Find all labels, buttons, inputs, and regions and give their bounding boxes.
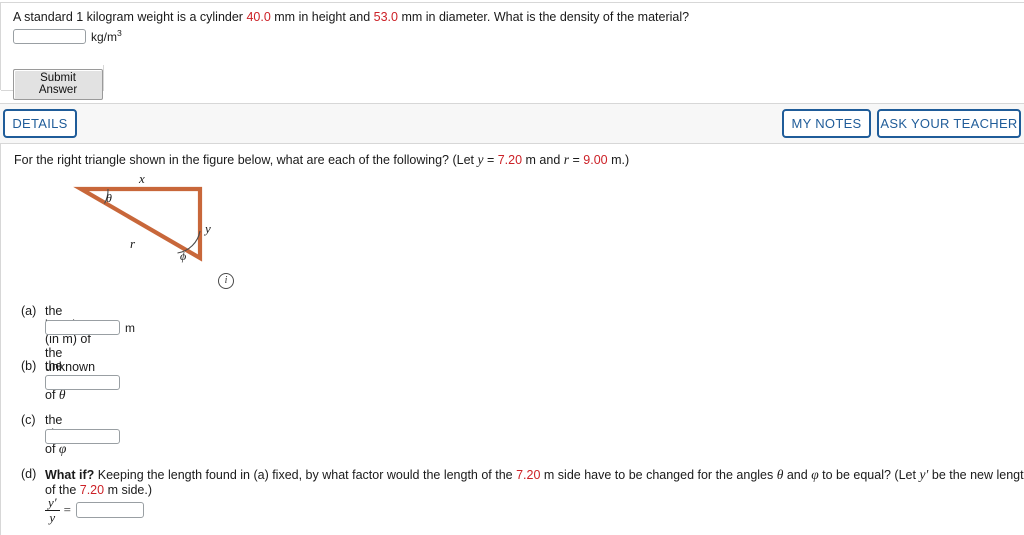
prompt-value-r: 9.00	[583, 153, 608, 167]
density-height-value: 40.0	[246, 10, 271, 24]
triangle-question-prompt: For the right triangle shown in the figu…	[14, 152, 629, 168]
figure-label-r: r	[130, 236, 136, 251]
density-unit-exponent: 3	[117, 27, 122, 38]
part-d-fraction-numerator: y′	[48, 495, 57, 510]
part-c-label: (c)	[21, 413, 36, 427]
part-a-label: (a)	[21, 304, 37, 318]
part-d-label: (d)	[21, 467, 37, 481]
submit-answer-button[interactable]: Submit Answer	[13, 69, 103, 100]
prompt-value-y: 7.20	[497, 153, 523, 167]
part-a-answer-input[interactable]	[45, 320, 120, 335]
part-d-answer-row: y′ y =	[45, 496, 144, 524]
density-diameter-value: 53.0	[373, 10, 398, 24]
part-c-answer-input[interactable]	[45, 429, 120, 444]
part-a-answer-row: m	[45, 320, 135, 335]
submit-cell: Submit Answer	[1, 65, 104, 100]
my-notes-button[interactable]: MY NOTES	[782, 109, 871, 138]
part-b-answer-row	[45, 375, 120, 390]
part-d-text: What if? Keeping the length found in (a)…	[45, 467, 1024, 498]
figure-info-icon[interactable]: i	[218, 273, 234, 289]
right-triangle-figure: x y r θ ϕ i	[61, 170, 261, 302]
density-text-part-1: A standard 1 kilogram weight is a cylind…	[13, 10, 247, 24]
prompt-equals-2: =	[569, 153, 584, 167]
part-d-fraction-denominator: y	[45, 509, 60, 525]
density-unit-label: kg/m3	[91, 27, 122, 44]
density-answer-input[interactable]	[13, 29, 86, 44]
density-text-part-3: mm in diameter. What is the density of t…	[397, 10, 690, 24]
part-d-var-phi: φ	[811, 467, 819, 482]
density-question-text: A standard 1 kilogram weight is a cylind…	[13, 10, 689, 24]
part-d-what-if: What if?	[45, 468, 95, 482]
density-answer-row: kg/m3	[13, 27, 122, 44]
part-d-text-1: Keeping the length found in (a) fixed, b…	[94, 468, 517, 482]
part-d-text-2: m side have to be changed for the angles	[540, 468, 777, 482]
question-toolbar: DETAILS MY NOTES ASK YOUR TEACHER	[0, 103, 1024, 144]
figure-label-y: y	[205, 221, 211, 236]
part-d-equals-sign: =	[63, 502, 71, 518]
triangle-question-card: For the right triangle shown in the figu…	[0, 144, 1024, 535]
assignment-page: A standard 1 kilogram weight is a cylind…	[0, 0, 1024, 535]
part-d-text-3: and	[783, 468, 812, 482]
part-d-answer-input[interactable]	[75, 502, 144, 519]
density-text-part-2: mm in height and	[270, 10, 374, 24]
part-c-answer-row	[45, 429, 120, 444]
figure-label-phi: ϕ	[180, 249, 187, 263]
figure-label-theta: θ	[106, 191, 112, 205]
part-d-value-1: 7.20	[516, 468, 541, 482]
prompt-text-1: For the right triangle shown in the figu…	[14, 153, 478, 167]
part-d-value-2: 7.20	[79, 483, 105, 497]
figure-label-x: x	[139, 171, 145, 186]
ask-your-teacher-button[interactable]: ASK YOUR TEACHER	[877, 109, 1021, 138]
part-d-text-4: to be equal? (Let	[818, 468, 920, 482]
prompt-equals-1: =	[483, 153, 498, 167]
part-a-unit-label: m	[125, 320, 135, 335]
part-b-answer-input[interactable]	[45, 375, 120, 390]
density-unit-base: kg/m	[91, 29, 118, 44]
prompt-text-2: m and	[522, 153, 564, 167]
details-button[interactable]: DETAILS	[3, 109, 77, 138]
prompt-text-3: m.)	[607, 153, 630, 167]
part-d-text-6: m side.)	[104, 483, 153, 497]
triangle-outline	[73, 186, 203, 262]
part-b-label: (b)	[21, 359, 37, 373]
part-d-fraction: y′ y	[45, 496, 60, 524]
density-question-card: A standard 1 kilogram weight is a cylind…	[0, 2, 1024, 100]
